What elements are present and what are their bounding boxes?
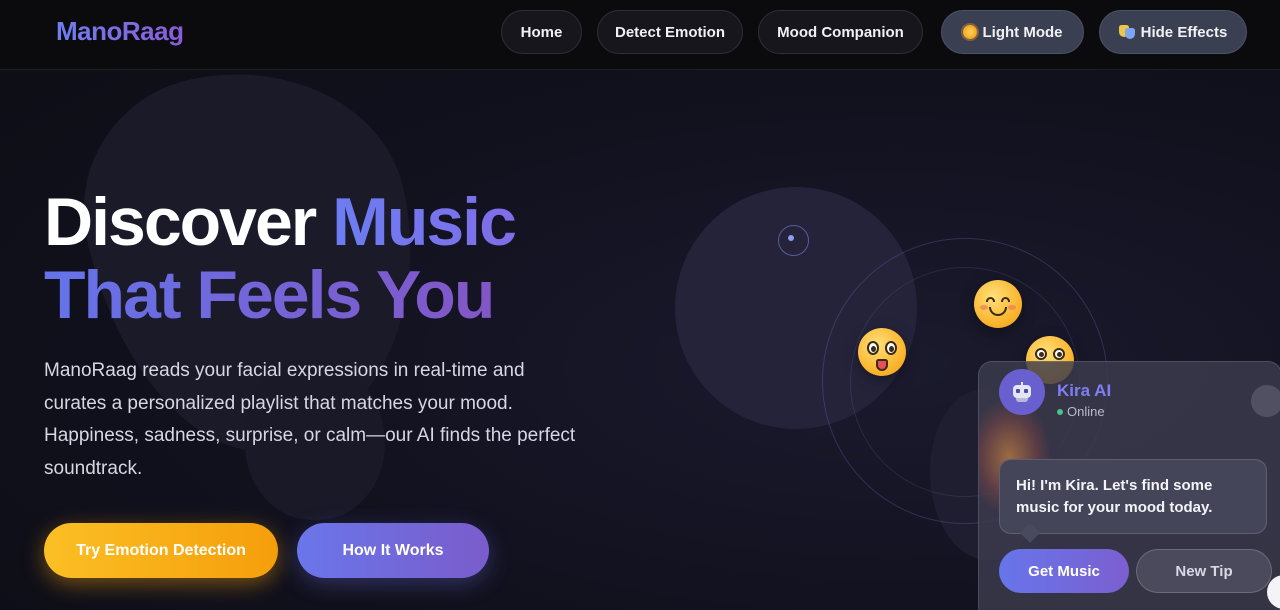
theater-masks-icon xyxy=(1118,25,1135,39)
nav-home-button[interactable]: Home xyxy=(501,10,582,54)
nav-detect-emotion-button[interactable]: Detect Emotion xyxy=(597,10,743,54)
light-mode-toggle[interactable]: Light Mode xyxy=(941,10,1084,54)
hero-title-accent: Music xyxy=(332,184,517,260)
avatar xyxy=(999,369,1045,415)
nav-mood-companion-button[interactable]: Mood Companion xyxy=(758,10,923,54)
hero-title-line2: That Feels You xyxy=(44,257,495,333)
hero-title: Discover Music That Feels You xyxy=(44,184,517,333)
get-music-button[interactable]: Get Music xyxy=(999,549,1129,593)
chat-close-button[interactable] xyxy=(1251,385,1280,417)
navbar: ManoRaag Home Detect Emotion Mood Compan… xyxy=(0,0,1280,70)
chat-status-label: Online xyxy=(1067,404,1105,419)
status-dot-icon xyxy=(1057,408,1063,415)
how-it-works-button[interactable]: How It Works xyxy=(297,523,489,578)
chat-assistant-name: Kira AI xyxy=(1057,381,1112,400)
new-tip-button[interactable]: New Tip xyxy=(1136,549,1272,593)
robot-icon xyxy=(1011,382,1033,402)
hero-description: ManoRaag reads your facial expressions i… xyxy=(44,360,576,479)
face-with-tongue-icon xyxy=(858,328,906,376)
chat-status: Online xyxy=(1057,404,1105,419)
chat-message: Hi! I'm Kira. Let's find some music for … xyxy=(999,459,1267,534)
chat-widget: Kira AI Online Hi! I'm Kira. Let's find … xyxy=(978,361,1280,610)
hide-effects-label: Hide Effects xyxy=(1140,23,1228,41)
logo[interactable]: ManoRaag xyxy=(56,16,184,47)
try-emotion-detection-button[interactable]: Try Emotion Detection xyxy=(44,523,278,578)
sun-icon xyxy=(962,25,977,39)
hide-effects-toggle[interactable]: Hide Effects xyxy=(1099,10,1247,54)
light-mode-label: Light Mode xyxy=(982,23,1063,41)
orbit-dot-icon xyxy=(778,225,809,256)
smiling-face-icon xyxy=(974,280,1022,328)
hero-title-white: Discover xyxy=(44,184,333,260)
